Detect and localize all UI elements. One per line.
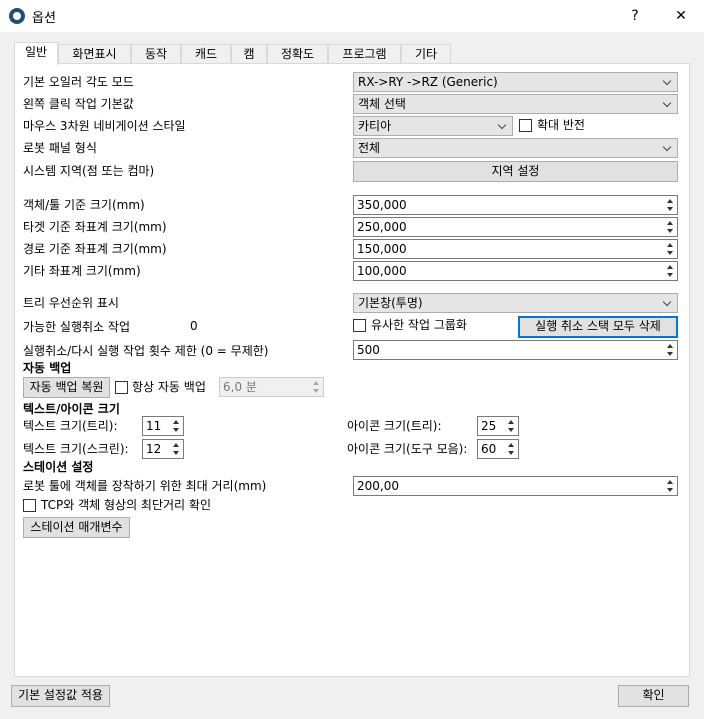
robot-panel-value: 전체	[358, 141, 381, 155]
tcp-check-label: TCP와 객체 형상의 최단거리 확인	[41, 498, 211, 512]
spin-arrows-icon[interactable]	[664, 342, 676, 358]
text-screen-value: 12	[146, 442, 162, 456]
tab-cad[interactable]: 캐드	[181, 44, 231, 64]
icon-toolbar-value: 60	[481, 442, 497, 456]
icon-tree-value: 25	[481, 419, 497, 433]
tab-other[interactable]: 기타	[401, 44, 451, 64]
chevron-down-icon	[498, 117, 508, 135]
spin-arrows-icon[interactable]	[664, 219, 676, 235]
tree-priority-select[interactable]: 기본창(투명)	[353, 293, 678, 313]
object-size-value: 350,000	[357, 198, 407, 212]
close-icon: ✕	[675, 8, 687, 24]
mouse3d-value: 카티아	[358, 119, 392, 133]
tab-program[interactable]: 프로그램	[328, 44, 401, 64]
group-similar-label: 유사한 작업 그룹화	[371, 318, 467, 332]
autobackup-heading: 자동 백업	[23, 361, 72, 375]
spin-arrows-icon[interactable]	[505, 418, 517, 434]
mouse3d-label: 마우스 3차원 네비게이션 스타일	[23, 119, 186, 133]
title-bar	[0, 0, 704, 32]
left-click-label: 왼쪽 클릭 작업 기본값	[23, 97, 134, 111]
undo-limit-label: 실행취소/다시 실행 작업 횟수 제한 (0 = 무제한)	[23, 344, 269, 358]
other-size-label: 기타 좌표계 크기(mm)	[23, 264, 141, 278]
group-similar-checkbox[interactable]	[353, 319, 366, 332]
tab-motion[interactable]: 동작	[131, 44, 181, 64]
chevron-down-icon	[663, 294, 673, 312]
target-size-value: 250,000	[357, 220, 407, 234]
text-tree-value: 11	[146, 419, 162, 433]
robot-panel-select[interactable]: 전체	[353, 138, 678, 158]
object-size-spinbox[interactable]: 350,000	[353, 195, 678, 215]
always-backup-label: 항상 자동 백업	[132, 380, 206, 394]
left-click-select[interactable]: 객체 선택	[353, 94, 678, 114]
icon-tree-spinbox[interactable]: 25	[477, 416, 519, 436]
ok-button[interactable]: 확인	[618, 685, 689, 707]
mouse3d-select[interactable]: 카티아	[353, 116, 513, 136]
icon-toolbar-label: 아이콘 크기(도구 모음):	[347, 442, 468, 456]
other-size-value: 100,000	[357, 264, 407, 278]
undo-limit-spinbox[interactable]: 500	[353, 340, 678, 360]
clear-undo-stack-button[interactable]: 실행 취소 스택 모두 삭제	[518, 316, 678, 338]
undo-limit-value: 500	[357, 343, 380, 357]
icon-tree-label: 아이콘 크기(트리):	[347, 419, 442, 433]
spin-arrows-icon[interactable]	[505, 441, 517, 457]
chevron-down-icon	[663, 73, 673, 91]
target-size-spinbox[interactable]: 250,000	[353, 217, 678, 237]
station-params-button[interactable]: 스테이션 매개변수	[23, 517, 130, 538]
region-label: 시스템 지역(점 또는 컴마)	[23, 164, 155, 178]
apply-defaults-button[interactable]: 기본 설정값 적용	[11, 685, 110, 707]
spin-arrows-icon[interactable]	[664, 263, 676, 279]
euler-mode-value: RX->RY ->RZ (Generic)	[358, 75, 498, 89]
window-title: 옵션	[32, 11, 56, 26]
backup-interval-spinbox[interactable]: 6,0 분	[219, 377, 324, 397]
spin-arrows-icon[interactable]	[170, 441, 182, 457]
path-size-label: 경로 기준 좌표계 크기(mm)	[23, 242, 167, 256]
zoom-invert-checkbox[interactable]	[519, 119, 532, 132]
path-size-value: 150,000	[357, 242, 407, 256]
region-settings-button[interactable]: 지역 설정	[353, 161, 678, 182]
undo-available-label: 가능한 실행취소 작업	[23, 320, 130, 334]
tcp-check-checkbox[interactable]	[23, 499, 36, 512]
always-backup-checkbox[interactable]	[115, 381, 128, 394]
left-click-value: 객체 선택	[358, 97, 406, 111]
text-screen-label: 텍스트 크기(스크린):	[23, 442, 129, 456]
tree-priority-value: 기본창(투명)	[358, 296, 423, 310]
chevron-down-icon	[663, 139, 673, 157]
object-size-label: 객체/툴 기준 크기(mm)	[23, 198, 145, 212]
tab-cam[interactable]: 캠	[231, 44, 267, 64]
tab-display[interactable]: 화면표시	[58, 44, 131, 64]
tab-accuracy[interactable]: 정확도	[267, 44, 328, 64]
undo-available-count: 0	[190, 319, 198, 333]
station-heading: 스테이션 설정	[23, 460, 94, 474]
textsize-heading: 텍스트/아이콘 크기	[23, 402, 120, 416]
path-size-spinbox[interactable]: 150,000	[353, 239, 678, 259]
restore-backup-button[interactable]: 자동 백업 복원	[23, 377, 110, 398]
backup-interval-value: 6,0 분	[223, 380, 257, 394]
close-button[interactable]: ✕	[666, 4, 696, 28]
zoom-invert-label: 확대 반전	[537, 118, 585, 132]
text-tree-spinbox[interactable]: 11	[142, 416, 184, 436]
other-size-spinbox[interactable]: 100,000	[353, 261, 678, 281]
icon-toolbar-spinbox[interactable]: 60	[477, 439, 519, 459]
euler-mode-select[interactable]: RX->RY ->RZ (Generic)	[353, 72, 678, 92]
max-dist-label: 로봇 툴에 객체를 장착하기 위한 최대 거리(mm)	[23, 479, 267, 493]
tab-general[interactable]: 일반	[14, 42, 58, 65]
max-dist-spinbox[interactable]: 200,00	[353, 476, 678, 496]
text-tree-label: 텍스트 크기(트리):	[23, 419, 118, 433]
spin-arrows-icon[interactable]	[310, 379, 322, 395]
chevron-down-icon	[663, 95, 673, 113]
target-size-label: 타겟 기준 좌표계 크기(mm)	[23, 220, 167, 234]
spin-arrows-icon[interactable]	[170, 418, 182, 434]
spin-arrows-icon[interactable]	[664, 197, 676, 213]
app-logo-icon	[9, 8, 25, 24]
max-dist-value: 200,00	[357, 479, 399, 493]
text-screen-spinbox[interactable]: 12	[142, 439, 184, 459]
euler-label: 기본 오일러 각도 모드	[23, 75, 134, 89]
tree-priority-label: 트리 우선순위 표시	[23, 296, 119, 310]
robot-panel-label: 로봇 패널 형식	[23, 141, 97, 155]
spin-arrows-icon[interactable]	[664, 241, 676, 257]
spin-arrows-icon[interactable]	[664, 478, 676, 494]
help-button[interactable]: ?	[620, 4, 650, 28]
